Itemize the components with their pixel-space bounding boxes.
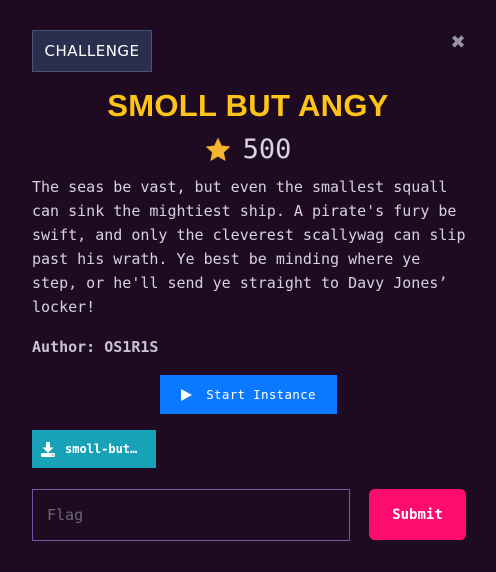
download-file-button[interactable]: smoll-but… <box>32 430 156 468</box>
challenge-author: Author: OS1R1S <box>32 338 159 356</box>
challenge-points: 500 <box>0 132 496 168</box>
start-instance-button[interactable]: Start Instance <box>160 375 337 414</box>
play-icon <box>181 388 193 401</box>
challenge-description: The seas be vast, but even the smallest … <box>32 178 466 316</box>
flag-input[interactable] <box>32 489 350 541</box>
tab-challenge-label: CHALLENGE <box>44 42 140 60</box>
tab-challenge[interactable]: CHALLENGE <box>32 30 152 72</box>
download-icon <box>41 441 55 457</box>
close-icon[interactable]: ✖ <box>450 33 466 53</box>
start-instance-label: Start Instance <box>206 387 316 402</box>
points-value: 500 <box>242 134 292 165</box>
download-file-label: smoll-but… <box>65 442 138 456</box>
submit-button[interactable]: Submit <box>369 489 466 540</box>
challenge-title: SMOLL BUT ANGY <box>107 88 389 123</box>
challenge-modal: CHALLENGE ✖ SMOLL BUT ANGY 500 The seas … <box>0 0 496 572</box>
star-icon <box>205 138 230 161</box>
